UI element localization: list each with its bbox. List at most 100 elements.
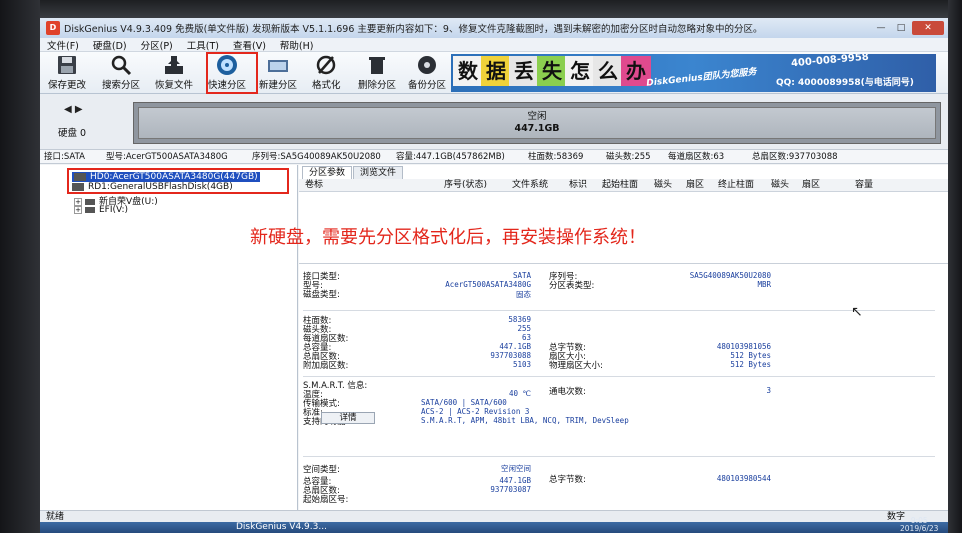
promo-banner[interactable]: 数 据 丢 失 怎 么 办 DiskGenius团队为您服务 400-008-9… — [451, 54, 936, 92]
value-total-bytes-2: 480103980544 — [716, 474, 771, 483]
value-capacity: 447.1GB — [499, 342, 531, 351]
col-index[interactable]: 序号(状态) — [444, 179, 487, 192]
col-filesystem[interactable]: 文件系统 — [512, 179, 548, 192]
volume-icon — [85, 206, 95, 213]
hd0-highlight — [67, 168, 289, 194]
format-label: 格式化 — [312, 80, 341, 91]
format-icon — [317, 55, 336, 75]
menu-help[interactable]: 帮助(H) — [273, 38, 321, 52]
info-heads: 磁头数:255 — [606, 152, 651, 162]
prev-disk-icon[interactable]: ◀ — [64, 104, 72, 115]
banner-brand-text: DiskGenius团队为您服务 — [645, 67, 758, 89]
value-total-bytes: 480103981056 — [716, 342, 771, 351]
banner-char-3: 丢 — [509, 56, 539, 86]
tab-browse-files[interactable]: 浏览文件 — [353, 166, 404, 179]
label-disk-type: 磁盘类型: — [303, 290, 340, 300]
taskbar: DiskGenius V4.9.3... 9:05 2019/6/23 — [40, 517, 948, 533]
next-disk-icon[interactable]: ▶ — [75, 104, 83, 115]
label-power-count: 通电次数: — [549, 387, 586, 397]
info-total-sectors: 总扇区数:937703088 — [752, 152, 838, 162]
info-interface: 接口:SATA — [44, 152, 85, 162]
new-partition-button[interactable]: 新建分区 — [259, 54, 297, 92]
tab-bar: 分区参数 浏览文件 — [302, 166, 404, 179]
close-button[interactable]: ✕ — [912, 21, 944, 35]
save-icon — [58, 56, 76, 74]
smart-details-button[interactable]: 详情 — [321, 412, 375, 424]
value-disk-type: 固态 — [516, 290, 531, 299]
tray-clock[interactable]: 9:05 2019/6/23 — [900, 517, 938, 533]
recover-file-button[interactable]: 恢复文件 — [155, 54, 193, 92]
col-end-sector[interactable]: 扇区 — [802, 179, 820, 192]
value-heads: 255 — [517, 324, 531, 333]
search-partition-button[interactable]: 搜索分区 — [102, 54, 140, 92]
delete-partition-button[interactable]: 删除分区 — [358, 54, 396, 92]
menu-file[interactable]: 文件(F) — [40, 38, 86, 52]
expand-icon[interactable]: + — [74, 206, 82, 214]
value-total-sectors-2: 937703087 — [490, 485, 531, 494]
taskbar-app-diskgenius[interactable]: DiskGenius V4.9.3... — [236, 522, 327, 533]
window-title: DiskGenius V4.9.3.409 免费版(单文件版) 发现新版本 V5… — [64, 24, 763, 35]
label-extra-sectors: 附加扇区数: — [303, 361, 349, 371]
volume-icon — [85, 198, 95, 205]
info-sectors-per-track: 每道扇区数:63 — [668, 152, 725, 162]
value-temperature: 40 ℃ — [509, 389, 531, 398]
banner-char-4: 失 — [537, 56, 567, 86]
label-total-bytes-2: 总字节数: — [549, 475, 586, 485]
banner-char-2: 据 — [481, 56, 511, 86]
tab-partition-params[interactable]: 分区参数 — [302, 166, 353, 179]
menu-partition[interactable]: 分区(P) — [134, 38, 180, 52]
col-volume-label[interactable]: 卷标 — [305, 179, 323, 192]
trash-icon — [369, 57, 385, 74]
details-section-basic: 接口类型: SATA 序列号: SA5G40089AK50U2080 型号: A… — [303, 266, 935, 306]
col-start-sector[interactable]: 扇区 — [686, 179, 704, 192]
label-space-type: 空间类型: — [303, 465, 340, 475]
partition-panel: 分区参数 浏览文件 卷标 序号(状态) 文件系统 标识 起始柱面 磁头 扇区 终… — [299, 165, 948, 517]
app-logo-icon: D — [46, 21, 60, 35]
free-space-capacity: 447.1GB — [514, 123, 560, 134]
details-section-space: 空间类型: 空闲空间 总容量: 447.1GB 总字节数: 4801039805… — [303, 456, 935, 516]
window-controls: — □ ✕ — [872, 18, 944, 38]
magnifier-icon — [111, 55, 132, 76]
col-start-head[interactable]: 磁头 — [654, 179, 672, 192]
col-start-cylinder[interactable]: 起始柱面 — [602, 179, 638, 192]
col-end-cylinder[interactable]: 终止柱面 — [718, 179, 754, 192]
monitor-bezel-right — [948, 0, 962, 533]
value-capacity-2: 447.1GB — [499, 476, 531, 485]
menu-view[interactable]: 查看(V) — [226, 38, 273, 52]
mouse-cursor-icon: ↖ — [851, 304, 863, 320]
disk-info-strip: 接口:SATA 型号:AcerGT500ASATA3480G 序列号:SA5G4… — [40, 150, 948, 164]
title-bar: D DiskGenius V4.9.3.409 免费版(单文件版) 发现新版本 … — [40, 18, 948, 38]
value-model: AcerGT500ASATA3480G — [445, 280, 531, 289]
format-button[interactable]: 格式化 — [312, 54, 341, 92]
details-section-geometry: 柱面数: 58369 磁头数: 255 每道扇区数: 63 总容量: 447.1… — [303, 310, 935, 374]
minimize-button[interactable]: — — [872, 21, 890, 35]
free-space-label: 空闲 — [527, 111, 547, 122]
tree-node-volume-v[interactable]: + EFI(V:) — [74, 205, 128, 215]
tray-date: 2019/6/23 — [900, 524, 939, 533]
tree-node-volume-v-label: EFI(V:) — [99, 205, 128, 215]
col-id[interactable]: 标识 — [569, 179, 587, 192]
value-serial: SA5G40089AK50U2080 — [689, 271, 771, 280]
banner-phone: 400-008-9958 — [790, 54, 870, 70]
col-capacity[interactable]: 容量 — [855, 179, 873, 192]
free-space-block[interactable]: 空闲 447.1GB — [138, 107, 936, 139]
banner-char-6: 么 — [593, 56, 623, 86]
col-end-head[interactable]: 磁头 — [771, 179, 789, 192]
value-space-type: 空闲空间 — [501, 464, 531, 473]
disk-bar: ◀ ▶ 硬盘 0 空闲 447.1GB — [40, 94, 948, 150]
maximize-button[interactable]: □ — [892, 21, 910, 35]
recover-icon — [165, 56, 183, 74]
disk-nav-arrows[interactable]: ◀ ▶ — [64, 104, 83, 115]
value-features: S.M.A.R.T, APM, 48bit LBA, NCQ, TRIM, De… — [421, 416, 629, 425]
delete-partition-label: 删除分区 — [358, 80, 397, 91]
value-cylinders: 58369 — [508, 315, 531, 324]
backup-partition-button[interactable]: 备份分区 — [408, 54, 446, 92]
label-table-type: 分区表类型: — [549, 281, 595, 291]
save-changes-button[interactable]: 保存更改 — [48, 54, 86, 92]
disk-partition-map[interactable]: 空闲 447.1GB — [133, 102, 941, 144]
new-partition-icon — [268, 60, 288, 72]
info-model: 型号:AcerGT500ASATA3480G — [106, 152, 228, 162]
menu-disk[interactable]: 硬盘(D) — [86, 38, 134, 52]
monitor-bezel-left — [0, 0, 40, 533]
menu-tools[interactable]: 工具(T) — [180, 38, 226, 52]
